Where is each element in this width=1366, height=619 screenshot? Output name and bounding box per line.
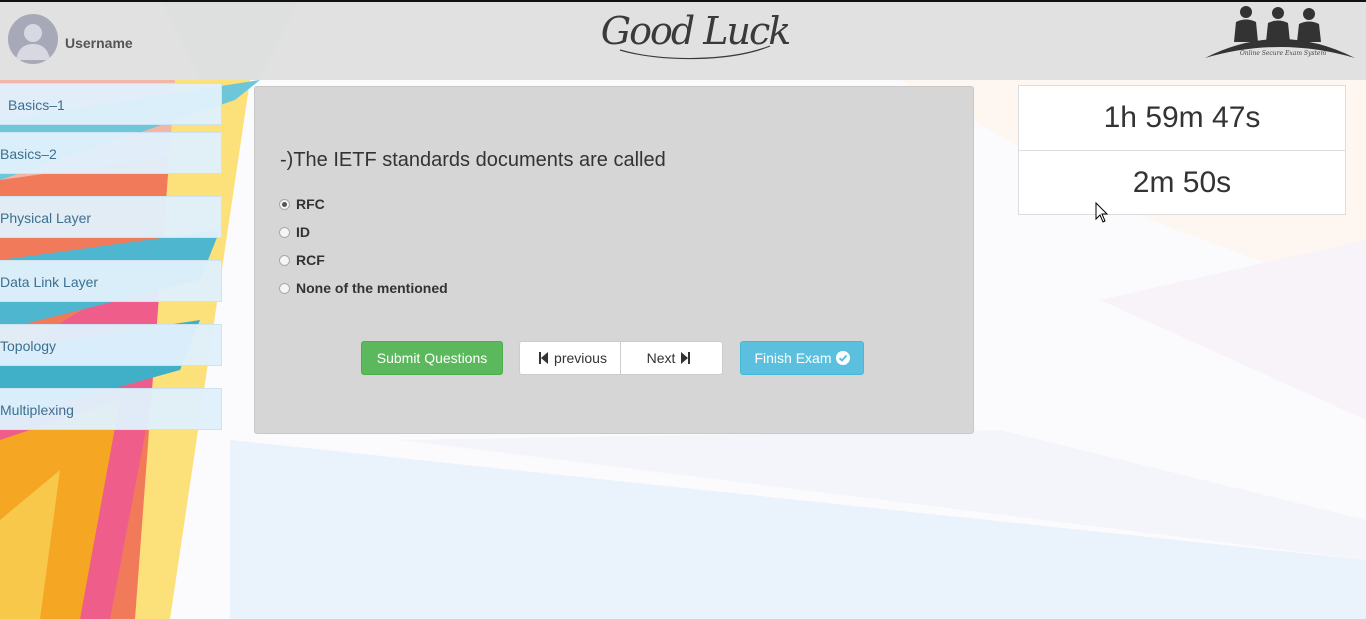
radio-button[interactable]	[279, 226, 290, 238]
submit-questions-label: Submit Questions	[376, 350, 488, 366]
total-time-remaining: 1h 59m 47s	[1019, 86, 1345, 151]
sidebar-item-multiplexing[interactable]: Multiplexing	[0, 388, 222, 430]
check-circle-icon	[835, 351, 850, 365]
pagination-button-group: previous Next	[519, 341, 723, 375]
svg-text:Good Luck: Good Luck	[601, 9, 790, 53]
top-header: Username Good Luck Online Secure Exam Sy…	[0, 2, 1366, 80]
answer-option-label: RCF	[296, 252, 325, 268]
finish-exam-button[interactable]: Finish Exam	[740, 341, 864, 375]
radio-button[interactable]	[279, 282, 290, 294]
next-button[interactable]: Next	[620, 341, 723, 375]
next-label: Next	[646, 350, 676, 366]
answer-option-none[interactable]: None of the mentioned	[279, 278, 448, 298]
window-top-edge	[0, 0, 1366, 2]
sidebar-item-topology[interactable]: Topology	[0, 324, 222, 366]
submit-questions-button[interactable]: Submit Questions	[361, 341, 503, 375]
exam-system-caption: Online Secure Exam System	[1239, 50, 1327, 57]
username-label: Username	[65, 35, 133, 51]
answer-option-rcf[interactable]: RCF	[279, 250, 325, 270]
timer-panel: 1h 59m 47s 2m 50s	[1018, 85, 1346, 215]
sidebar-item-basics-2[interactable]: Basics–2	[0, 132, 222, 174]
answer-option-rfc[interactable]: RFC	[279, 194, 325, 214]
step-backward-icon	[539, 352, 549, 364]
sidebar-item-basics-1[interactable]: Basics–1	[0, 83, 222, 125]
answer-option-id[interactable]: ID	[279, 222, 310, 242]
sidebar-item-physical-layer[interactable]: Physical Layer	[0, 196, 222, 238]
user-avatar-icon[interactable]	[8, 14, 58, 64]
previous-label: previous	[554, 350, 607, 366]
previous-button[interactable]: previous	[519, 341, 621, 375]
question-panel: -)The IETF standards documents are calle…	[254, 86, 974, 434]
finish-exam-label: Finish Exam	[754, 350, 832, 366]
step-forward-icon	[681, 352, 691, 364]
question-time-remaining: 2m 50s	[1132, 166, 1232, 199]
answer-option-label: None of the mentioned	[296, 280, 448, 296]
mouse-cursor-icon	[1095, 202, 1109, 223]
answer-option-label: ID	[296, 224, 310, 240]
good-luck-logo: Good Luck	[600, 2, 791, 72]
question-text: -)The IETF standards documents are calle…	[280, 149, 666, 171]
sidebar-item-data-link-layer[interactable]: Data Link Layer	[0, 260, 222, 302]
answer-option-label: RFC	[296, 196, 325, 212]
radio-button[interactable]	[279, 198, 290, 210]
radio-button[interactable]	[279, 254, 290, 266]
